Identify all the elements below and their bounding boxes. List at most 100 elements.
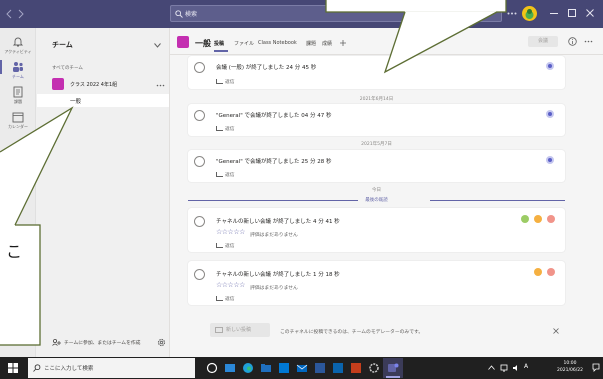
unread-dot-icon: [546, 62, 554, 70]
rail-item-assignments[interactable]: 課題: [0, 84, 36, 108]
teams-icon: [12, 61, 24, 73]
date-separator: 2021年5月7日: [361, 142, 392, 147]
assignments-icon: [12, 86, 24, 98]
more-options-icon[interactable]: [507, 12, 517, 15]
post-card[interactable]: 会議 (一般) が終了しました 24 分 45 秒 返信: [188, 56, 565, 89]
post-text: "General" で会議が終了しました 25 分 28 秒: [216, 159, 332, 165]
channel-team-tile-icon: [177, 36, 189, 48]
post-card[interactable]: チャネルの新しい会議 が終了しました 4 分 41 秒 ☆☆☆☆☆ 評価はまだあ…: [188, 208, 565, 252]
rail-item-label: 課題: [14, 99, 22, 104]
moderator-notice: このチャネルに投稿できるのは、チームのモデレーターのみです。: [280, 330, 424, 335]
meeting-icon: [194, 269, 205, 280]
maximize-icon[interactable]: [568, 9, 576, 17]
add-tab-icon[interactable]: [340, 40, 346, 46]
forward-arrow-icon[interactable]: [18, 9, 24, 19]
rating-stars[interactable]: ☆☆☆☆☆: [216, 228, 245, 236]
search-input[interactable]: 検索: [185, 9, 197, 18]
reply-link[interactable]: 返信: [216, 78, 235, 85]
team-tile-icon: [52, 78, 64, 90]
calendar-icon: [12, 111, 24, 123]
filter-chevron-icon[interactable]: [154, 43, 161, 48]
tray-chevron-up-icon[interactable]: [488, 365, 495, 370]
left-callout-text: こ: [6, 242, 23, 261]
minimize-icon[interactable]: [550, 13, 558, 15]
task-view-icon[interactable]: [224, 362, 236, 374]
gear-icon[interactable]: [157, 338, 166, 347]
search-box[interactable]: 検索: [170, 5, 502, 22]
channel-name: 一般: [70, 99, 82, 105]
rating-note: 評価はまだありません: [250, 233, 298, 238]
volume-icon[interactable]: [512, 364, 520, 372]
active-tab-underline: [214, 50, 228, 52]
windows-taskbar: ここに入力して検索 A 10:00 2021/06/22: [0, 357, 603, 379]
reply-link[interactable]: 返信: [216, 125, 235, 132]
post-text: チャネルの新しい会議 が終了しました 4 分 41 秒: [216, 219, 340, 225]
active-app-indicator: [386, 376, 400, 378]
taskbar-search-box[interactable]: ここに入力して検索: [28, 358, 195, 378]
back-arrow-icon[interactable]: [6, 9, 12, 19]
word-icon[interactable]: [314, 362, 326, 374]
rating-stars[interactable]: ☆☆☆☆☆: [216, 281, 245, 289]
compose-icon: [215, 327, 223, 333]
reaction-icon[interactable]: [534, 268, 542, 276]
post-card[interactable]: "General" で会議が終了しました 04 分 47 秒 返信: [188, 104, 565, 136]
channel-item-general[interactable]: 一般: [37, 94, 169, 107]
mail-icon[interactable]: [296, 362, 308, 374]
store-icon[interactable]: [278, 362, 290, 374]
edge-icon[interactable]: [242, 362, 254, 374]
close-icon[interactable]: [586, 9, 594, 17]
join-or-create-team-link[interactable]: チームに参加、またはチームを作成: [64, 339, 140, 346]
teams-app-icon: [387, 362, 399, 374]
rail-item-activity[interactable]: アクティビティ: [0, 34, 36, 58]
post-text: 会議 (一般) が終了しました 24 分 45 秒: [216, 65, 317, 71]
rail-item-teams[interactable]: チーム: [0, 59, 36, 83]
windows-start-icon[interactable]: [8, 363, 18, 373]
channel-title: 一般: [195, 39, 211, 48]
reply-link[interactable]: 返信: [216, 295, 235, 302]
notification-icon[interactable]: [592, 363, 600, 372]
channel-more-icon[interactable]: [584, 40, 593, 43]
reaction-icon[interactable]: [534, 215, 542, 223]
rail-item-label: カレンダー: [8, 124, 28, 129]
user-avatar[interactable]: [522, 6, 537, 21]
reply-icon: [216, 126, 223, 131]
meeting-icon: [194, 62, 205, 73]
outlook-icon[interactable]: [332, 362, 344, 374]
taskbar-search-input[interactable]: ここに入力して検索: [44, 364, 93, 372]
tab-grades[interactable]: 成績: [322, 40, 332, 47]
cortana-icon[interactable]: [206, 362, 218, 374]
post-text: チャネルの新しい会議 が終了しました 1 分 18 秒: [216, 272, 340, 278]
rail-item-calendar[interactable]: カレンダー: [0, 109, 36, 133]
tab-files[interactable]: ファイル: [234, 40, 254, 47]
clock-time: 10:00: [563, 361, 577, 366]
settings-icon[interactable]: [368, 362, 380, 374]
reaction-icon[interactable]: [547, 215, 555, 223]
reaction-icon[interactable]: [521, 215, 529, 223]
post-card[interactable]: チャネルの新しい会議 が終了しました 1 分 18 秒 ☆☆☆☆☆ 評価はまだあ…: [188, 261, 565, 305]
file-explorer-icon[interactable]: [260, 362, 272, 374]
meeting-icon: [194, 156, 205, 167]
post-text: "General" で会議が終了しました 04 分 47 秒: [216, 113, 332, 119]
reply-link[interactable]: 返信: [216, 242, 235, 249]
rail-item-label: アクティビティ: [4, 49, 32, 54]
ime-indicator[interactable]: A: [524, 363, 528, 370]
search-icon: [33, 364, 41, 372]
powerpoint-icon[interactable]: [350, 362, 362, 374]
tab-posts[interactable]: 投稿: [214, 40, 224, 47]
reaction-icon[interactable]: [547, 268, 555, 276]
team-more-icon[interactable]: [156, 84, 165, 87]
tab-assignments[interactable]: 課題: [306, 40, 316, 47]
clock[interactable]: 10:00 2021/06/22: [552, 360, 588, 374]
reply-link[interactable]: 返信: [216, 171, 235, 178]
info-icon[interactable]: [568, 37, 577, 46]
teams-taskbar-button[interactable]: [383, 358, 403, 378]
app-rail: アクティビティ チーム 課題 カレンダー: [0, 28, 36, 357]
post-card[interactable]: "General" で会議が終了しました 25 分 28 秒 返信: [188, 150, 565, 182]
meet-button[interactable]: 会議: [528, 36, 558, 47]
team-row[interactable]: クラス 2022 4年1組: [52, 78, 168, 92]
network-icon[interactable]: [500, 364, 508, 372]
dismiss-icon[interactable]: [553, 328, 559, 334]
tab-class-notebook[interactable]: Class Notebook: [258, 40, 297, 46]
reply-icon: [216, 79, 223, 84]
unread-dot-icon: [546, 110, 554, 118]
